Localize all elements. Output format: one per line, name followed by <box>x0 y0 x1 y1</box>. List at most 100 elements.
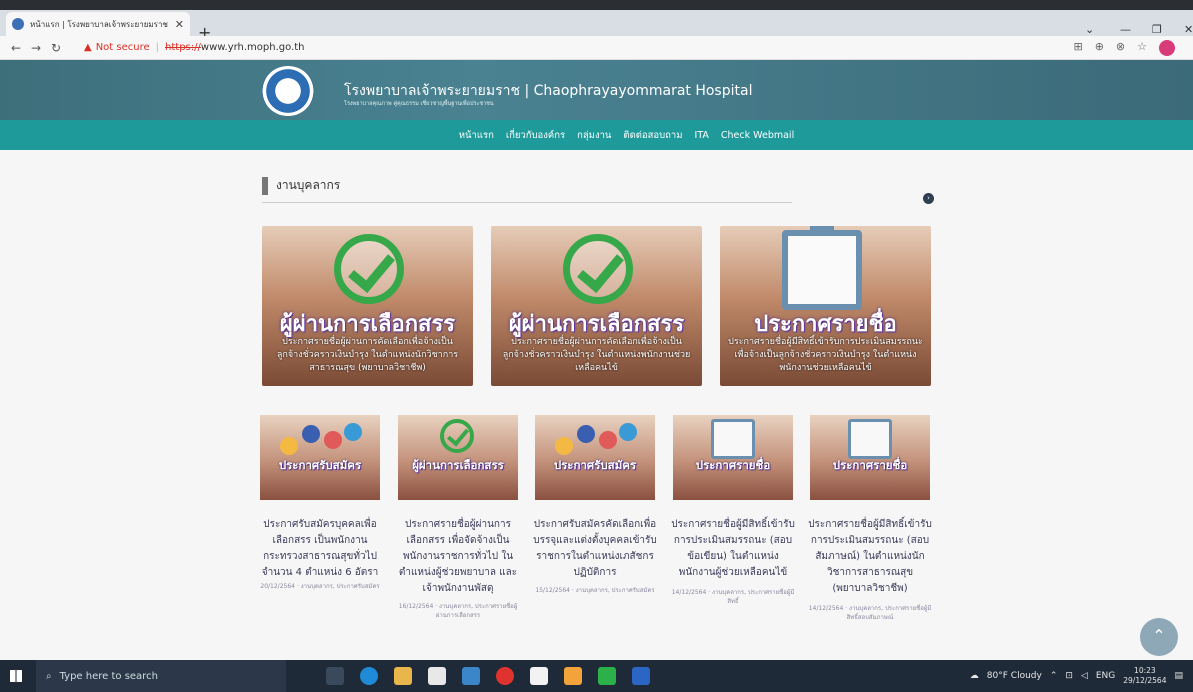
section-divider <box>262 202 792 203</box>
browser-tabbar: หน้าแรก | โรงพยาบาลเจ้าพระยายมราช ✕ + ⌄ … <box>0 10 1193 42</box>
chrome-icon[interactable] <box>564 667 582 685</box>
post-title-link[interactable]: ประกาศรับสมัครคัดเลือกเพื่อบรรจุและแต่งต… <box>531 517 659 581</box>
menu-item-home[interactable]: หน้าแรก <box>459 128 494 143</box>
warning-icon[interactable]: ▲ <box>84 42 92 53</box>
mail-icon[interactable] <box>462 667 480 685</box>
forward-icon[interactable]: → <box>26 41 46 55</box>
task-view-icon[interactable] <box>326 667 344 685</box>
post-title-link[interactable]: ประกาศรายชื่อผู้มีสิทธิ์เข้ารับการประเมิ… <box>806 517 934 597</box>
menu-item-about[interactable]: เกี่ยวกับองค์กร <box>506 128 565 143</box>
people-icon <box>280 421 362 457</box>
close-window-button[interactable]: ✕ <box>1184 23 1193 36</box>
windows-taskbar: ⌕ Type here to search ☁ 80°F Cloudy ⌃ ⊡ … <box>0 660 1193 692</box>
maximize-button[interactable]: ❐ <box>1152 23 1162 36</box>
card-description: ประกาศรายชื่อผู้ผ่านการคัดเลือกเพื่อจ้าง… <box>502 337 691 373</box>
network-icon[interactable]: ⊡ <box>1065 671 1073 681</box>
main-menu: หน้าแรก เกี่ยวกับองค์กร กลุ่มงาน ติดต่อส… <box>0 120 1193 150</box>
post-title-link[interactable]: ประกาศรับสมัครบุคคลเพื่อเลือกสรร เป็นพนั… <box>256 517 384 581</box>
weather-text[interactable]: 80°F Cloudy <box>987 671 1042 681</box>
menu-item-contact[interactable]: ติดต่อสอบถาม <box>623 128 682 143</box>
section-marker <box>262 176 268 195</box>
site-favicon-icon <box>12 18 24 30</box>
browser-tools: ⊞ ⊕ ⊗ ☆ <box>1073 39 1175 56</box>
clock-time: 10:23 <box>1134 666 1156 675</box>
pinned-apps <box>326 667 650 685</box>
clock-date: 29/12/2564 <box>1123 676 1167 685</box>
language-label[interactable]: ENG <box>1096 671 1115 681</box>
translate-icon[interactable]: ⊞ <box>1073 40 1082 56</box>
menu-item-departments[interactable]: กลุ่มงาน <box>577 128 611 143</box>
tray-chevron-icon[interactable]: ⌃ <box>1050 671 1058 681</box>
section-title: งานบุคลากร <box>276 178 341 192</box>
post-thumbnail[interactable]: ประกาศรับสมัคร <box>260 415 380 500</box>
site-subtitle: โรงพยาบาลคุณภาพ คู่คุณธรรม เชี่ยวชาญพื้น… <box>344 101 494 107</box>
people-icon <box>555 421 637 457</box>
file-explorer-icon[interactable] <box>394 667 412 685</box>
post-thumbnail[interactable]: ประกาศรายชื่อ <box>810 415 930 500</box>
tab-title: หน้าแรก | โรงพยาบาลเจ้าพระยายมราช <box>30 19 168 29</box>
tab-search-icon[interactable]: ⌄ <box>1085 23 1094 36</box>
thumbnail-headline: ประกาศรับสมัคร <box>278 458 362 472</box>
url-host[interactable]: www.yrh.moph.go.th <box>201 42 305 53</box>
search-placeholder: Type here to search <box>59 670 158 682</box>
clipboard-icon <box>711 419 755 459</box>
featured-card[interactable]: ผู้ผ่านการเลือกสรร ประกาศรายชื่อผู้ผ่านก… <box>262 226 473 386</box>
store-icon[interactable] <box>428 667 446 685</box>
taskbar-search[interactable]: ⌕ Type here to search <box>36 660 286 692</box>
post-meta: 20/12/2564 · งานบุคลากร, ประกาศรับสมัคร <box>260 583 380 590</box>
thumbnail-headline: ผู้ผ่านการเลือกสรร <box>412 458 504 472</box>
line-icon[interactable] <box>598 667 616 685</box>
opera-icon[interactable] <box>496 667 514 685</box>
post-title-link[interactable]: ประกาศรายชื่อผู้ผ่านการเลือกสรร เพื่อจัด… <box>394 517 522 597</box>
featured-card[interactable]: ผู้ผ่านการเลือกสรร ประกาศรายชื่อผู้ผ่านก… <box>491 226 702 386</box>
more-arrow-icon[interactable]: › <box>923 193 934 204</box>
minimize-button[interactable]: — <box>1120 23 1131 36</box>
post-meta: 14/12/2564 · งานบุคลากร, ประกาศรายชื่อผู… <box>808 605 932 621</box>
notepad-icon[interactable] <box>530 667 548 685</box>
hospital-logo[interactable] <box>262 66 314 116</box>
menu-item-ita[interactable]: ITA <box>695 130 709 141</box>
post-thumbnail[interactable]: ผู้ผ่านการเลือกสรร <box>398 415 518 500</box>
card-description: ประกาศรายชื่อผู้มีสิทธิ์เข้ารับการประเมิ… <box>728 337 923 373</box>
close-tab-icon[interactable]: ✕ <box>175 18 184 31</box>
clock[interactable]: 10:23 29/12/2564 <box>1123 666 1166 686</box>
zoom-icon[interactable]: ⊕ <box>1095 40 1104 56</box>
post-title-link[interactable]: ประกาศรายชื่อผู้มีสิทธิ์เข้ารับการประเมิ… <box>669 517 797 581</box>
thumbnail-headline: ประกาศรายชื่อ <box>832 458 908 472</box>
search-icon: ⌕ <box>46 670 52 682</box>
clipboard-icon <box>782 226 862 310</box>
checkmark-icon <box>440 419 474 453</box>
clipboard-icon <box>848 419 892 459</box>
windows-start-icon[interactable] <box>10 670 22 682</box>
checkmark-icon <box>563 234 633 304</box>
post-meta: 15/12/2564 · งานบุคลากร, ประกาศรับสมัคร <box>535 587 655 594</box>
checkmark-icon <box>334 234 404 304</box>
post-meta: 14/12/2564 · งานบุคลากร, ประกาศรายชื่อผู… <box>671 589 795 605</box>
back-icon[interactable]: ← <box>6 41 26 55</box>
post-thumbnail[interactable]: ประกาศรายชื่อ <box>673 415 793 500</box>
volume-icon[interactable]: ◁ <box>1081 671 1088 681</box>
thumbnail-headline: ประกาศรับสมัคร <box>553 458 637 472</box>
address-bar: ← → ↻ ▲ Not secure | https:// www.yrh.mo… <box>0 36 1193 60</box>
section-heading: งานบุคลากร <box>262 176 340 195</box>
word-icon[interactable] <box>632 667 650 685</box>
reload-icon[interactable]: ↻ <box>46 41 66 55</box>
featured-card[interactable]: ประกาศรายชื่อ ประกาศรายชื่อผู้มีสิทธิ์เข… <box>720 226 931 386</box>
scroll-to-top-button[interactable]: ⌃ <box>1140 618 1178 656</box>
card-description: ประกาศรายชื่อผู้ผ่านการคัดเลือกเพื่อจ้าง… <box>276 337 459 373</box>
profile-avatar[interactable] <box>1159 39 1175 56</box>
star-icon[interactable]: ☆ <box>1137 40 1147 56</box>
edge-icon[interactable] <box>360 667 378 685</box>
site-title[interactable]: โรงพยาบาลเจ้าพระยายมราช | Chaophrayayomm… <box>344 80 752 102</box>
separator: | <box>155 42 160 53</box>
browser-tab[interactable]: หน้าแรก | โรงพยาบาลเจ้าพระยายมราช ✕ <box>6 12 190 36</box>
post-thumbnail[interactable]: ประกาศรับสมัคร <box>535 415 655 500</box>
menu-item-webmail[interactable]: Check Webmail <box>721 130 794 141</box>
notification-icon[interactable]: ▤ <box>1174 671 1183 681</box>
system-tray: ☁ 80°F Cloudy ⌃ ⊡ ◁ ENG 10:23 29/12/2564… <box>970 666 1183 686</box>
not-secure-label[interactable]: Not secure <box>96 42 150 53</box>
share-icon[interactable]: ⊗ <box>1116 40 1125 56</box>
thumbnail-headline: ประกาศรายชื่อ <box>695 458 771 472</box>
cloud-icon: ☁ <box>969 671 979 681</box>
url-scheme[interactable]: https:// <box>165 42 201 53</box>
